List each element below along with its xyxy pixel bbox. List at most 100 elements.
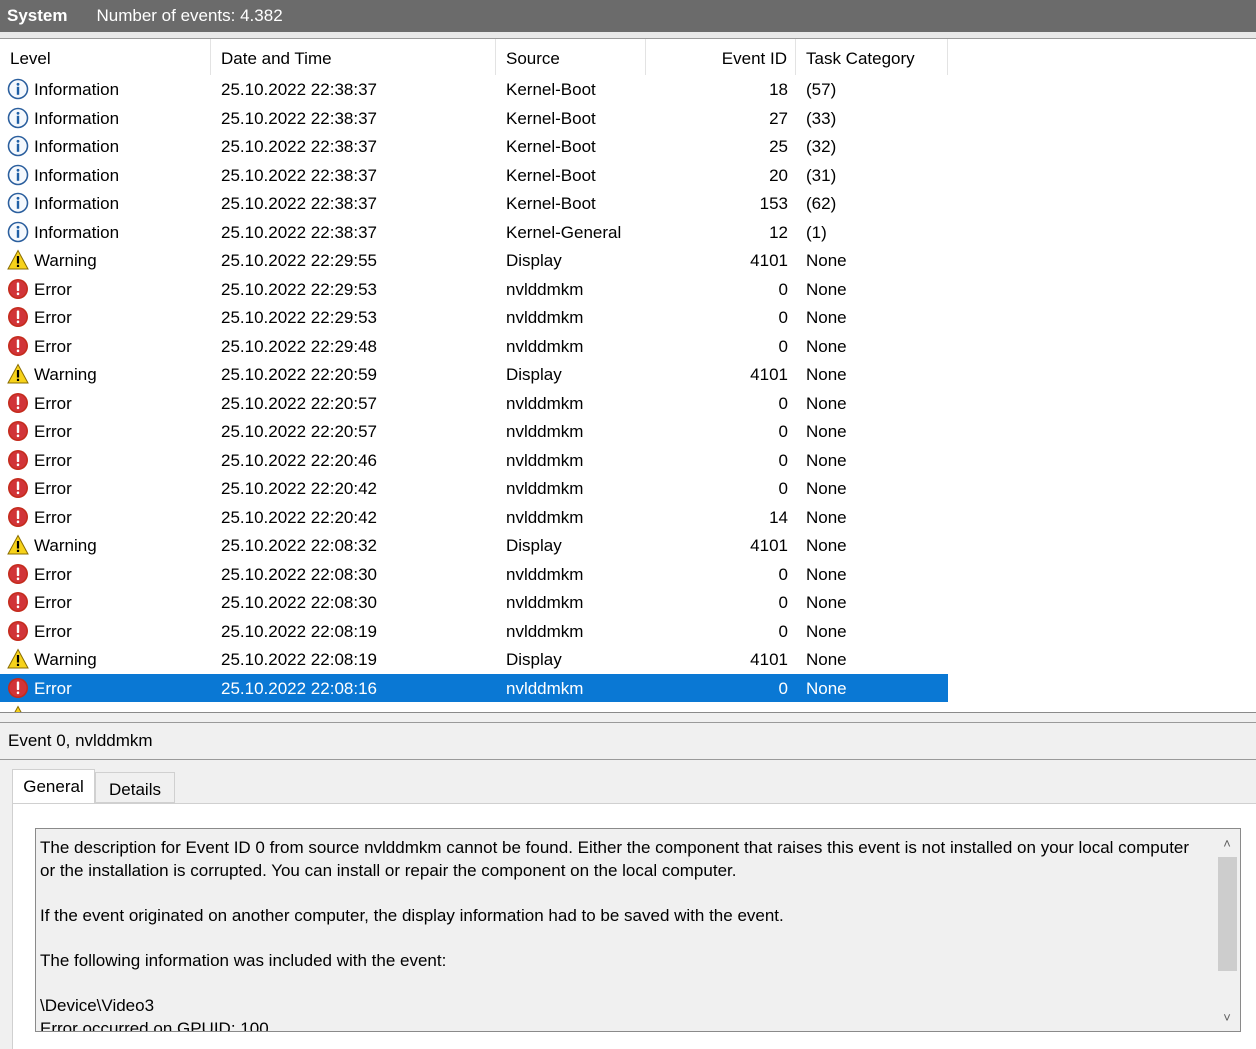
event-count: Number of events: 4.382 <box>96 6 283 25</box>
description-line: Error occurred on GPUID: 100 <box>40 1019 269 1032</box>
cell-date-time: 25.10.2022 22:20:57 <box>221 422 377 441</box>
column-source[interactable]: Source <box>496 39 646 75</box>
cell-source: nvlddmkm <box>506 678 584 698</box>
cell-event-id: 0 <box>778 308 788 327</box>
table-row[interactable]: Information 25.10.2022 22:38:37 Kernel-Boo… <box>0 132 948 161</box>
error-icon <box>7 506 29 535</box>
table-row[interactable]: Information 25.10.2022 22:38:37 Kernel-Boo… <box>0 189 948 218</box>
table-row[interactable]: Error 25.10.2022 22:08:30 nvlddmkm 0 None <box>0 560 948 589</box>
log-header: System Number of events: 4.382 <box>0 0 1256 32</box>
cell-event-id: 0 <box>778 678 788 698</box>
column-level[interactable]: Level <box>0 39 211 75</box>
cell-date-time: 25.10.2022 22:08:19 <box>221 621 377 641</box>
description-gap <box>40 972 1190 994</box>
event-description-box[interactable]: The description for Event ID 0 from sour… <box>35 828 1241 1032</box>
table-row[interactable]: Information 25.10.2022 22:38:37 Kernel-Gen… <box>0 218 948 247</box>
cell-date-time: 25.10.2022 22:20:46 <box>221 450 377 470</box>
error-icon <box>7 306 29 335</box>
table-row[interactable]: Error 25.10.2022 22:08:19 nvlddmkm 0 None <box>0 617 948 646</box>
description-line: The following information was included w… <box>40 951 447 970</box>
header-divider <box>0 32 1256 39</box>
tab-general[interactable]: General <box>12 769 95 805</box>
cell-event-id: 14 <box>769 507 788 527</box>
information-icon <box>7 221 29 250</box>
cell-source: nvlddmkm <box>506 393 584 413</box>
table-row[interactable]: Error 25.10.2022 22:20:42 nvlddmkm 0 None <box>0 474 948 503</box>
description-line: \Device\Video3 <box>40 996 155 1015</box>
cell-level: Warning <box>34 251 97 270</box>
tab-details[interactable]: Details <box>95 772 175 803</box>
cell-level: Information <box>34 80 120 99</box>
cell-task-category: (57) <box>806 80 837 99</box>
cell-event-id: 20 <box>769 165 788 185</box>
table-row[interactable]: Error 25.10.2022 22:29:48 nvlddmkm 0 None <box>0 332 948 361</box>
column-event-id[interactable]: Event ID <box>646 39 796 75</box>
table-row[interactable]: Warning 25.10.2022 22:08:32 Display 4101 Non… <box>0 531 948 560</box>
cell-event-id: 0 <box>778 564 788 584</box>
cell-date-time: 25.10.2022 22:38:37 <box>221 80 377 99</box>
cell-task-category: None <box>806 507 847 527</box>
description-scrollbar[interactable]: ˄ ˅ <box>1214 829 1240 1031</box>
column-task-category[interactable]: Task Category <box>796 39 948 75</box>
cell-event-id: 0 <box>778 279 788 299</box>
error-icon <box>7 563 29 592</box>
cell-source: Display <box>506 365 562 384</box>
table-row[interactable]: Warning 25.10.2022 22:29:55 Display 4101 Non… <box>0 246 948 275</box>
table-row[interactable]: Error 25.10.2022 22:29:53 nvlddmkm 0 None <box>0 303 948 332</box>
column-date-time[interactable]: Date and Time <box>211 39 496 75</box>
cell-task-category: None <box>806 422 847 441</box>
error-icon <box>7 335 29 364</box>
table-row[interactable]: Warning 25.10.2022 22:08:19 Display 4101 Non… <box>0 645 948 674</box>
cell-task-category: (62) <box>806 194 837 213</box>
cell-level: Warning <box>34 650 97 669</box>
cell-event-id: 25 <box>769 137 788 156</box>
information-icon <box>7 135 29 164</box>
cell-source: nvlddmkm <box>506 621 584 641</box>
cell-level: Warning <box>34 536 97 555</box>
table-row[interactable]: Information 25.10.2022 22:38:37 Kernel-Boo… <box>0 104 948 133</box>
table-row[interactable]: Error 25.10.2022 22:20:57 nvlddmkm 0 None <box>0 389 948 418</box>
table-row[interactable]: Error 25.10.2022 22:08:30 nvlddmkm 0 None <box>0 588 948 617</box>
cell-date-time: 25.10.2022 22:38:37 <box>221 165 377 185</box>
table-row[interactable]: Warning 25.10.2022 22:20:59 Display 4101 Non… <box>0 360 948 389</box>
cell-event-id: 0 <box>778 336 788 356</box>
information-icon <box>7 164 29 193</box>
scroll-thumb[interactable] <box>1218 857 1237 971</box>
table-row[interactable]: Information 25.10.2022 22:38:37 Kernel-Boo… <box>0 75 948 104</box>
table-row[interactable]: Error 25.10.2022 22:20:57 nvlddmkm 0 None <box>0 417 948 446</box>
cell-date-time: 25.10.2022 22:08:19 <box>221 650 377 669</box>
warning-icon <box>7 705 29 712</box>
scroll-down-arrow-icon[interactable]: ˅ <box>1214 1007 1240 1029</box>
cell-level: Warning <box>34 365 97 384</box>
warning-icon <box>7 363 29 392</box>
cell-task-category: None <box>806 536 847 555</box>
cell-task-category: None <box>806 678 847 698</box>
cell-level: Information <box>34 222 120 242</box>
event-list[interactable]: Level Date and Time Source Event ID Task… <box>0 39 1256 713</box>
cell-task-category: None <box>806 336 847 356</box>
cell-date-time: 25.10.2022 22:38:37 <box>221 194 377 213</box>
cell-task-category: None <box>806 593 847 612</box>
cell-source: Kernel-Boot <box>506 194 596 213</box>
table-row-partial[interactable] <box>0 702 948 712</box>
cell-event-id: 0 <box>778 393 788 413</box>
table-row[interactable]: Information 25.10.2022 22:38:37 Kernel-Boo… <box>0 161 948 190</box>
table-row-selected[interactable]: Error 25.10.2022 22:08:16 nvlddmkm 0 None <box>0 673 948 702</box>
cell-level: Error <box>34 507 72 527</box>
table-row[interactable]: Error 25.10.2022 22:20:46 nvlddmkm 0 None <box>0 446 948 475</box>
cell-source: nvlddmkm <box>506 593 584 612</box>
event-rows: Information 25.10.2022 22:38:37 Kernel-Boo… <box>0 75 1256 712</box>
cell-task-category: (1) <box>806 222 827 242</box>
cell-date-time: 25.10.2022 22:29:53 <box>221 308 377 327</box>
cell-event-id: 0 <box>778 450 788 470</box>
cell-source: nvlddmkm <box>506 564 584 584</box>
cell-source: nvlddmkm <box>506 422 584 441</box>
table-row[interactable]: Error 25.10.2022 22:29:53 nvlddmkm 0 None <box>0 275 948 304</box>
information-icon <box>7 192 29 221</box>
scroll-up-arrow-icon[interactable]: ˄ <box>1214 833 1240 855</box>
cell-level: Information <box>34 137 120 156</box>
cell-event-id: 0 <box>778 422 788 441</box>
cell-event-id: 0 <box>778 593 788 612</box>
cell-date-time: 25.10.2022 22:38:37 <box>221 222 377 242</box>
table-row[interactable]: Error 25.10.2022 22:20:42 nvlddmkm 14 None <box>0 503 948 532</box>
